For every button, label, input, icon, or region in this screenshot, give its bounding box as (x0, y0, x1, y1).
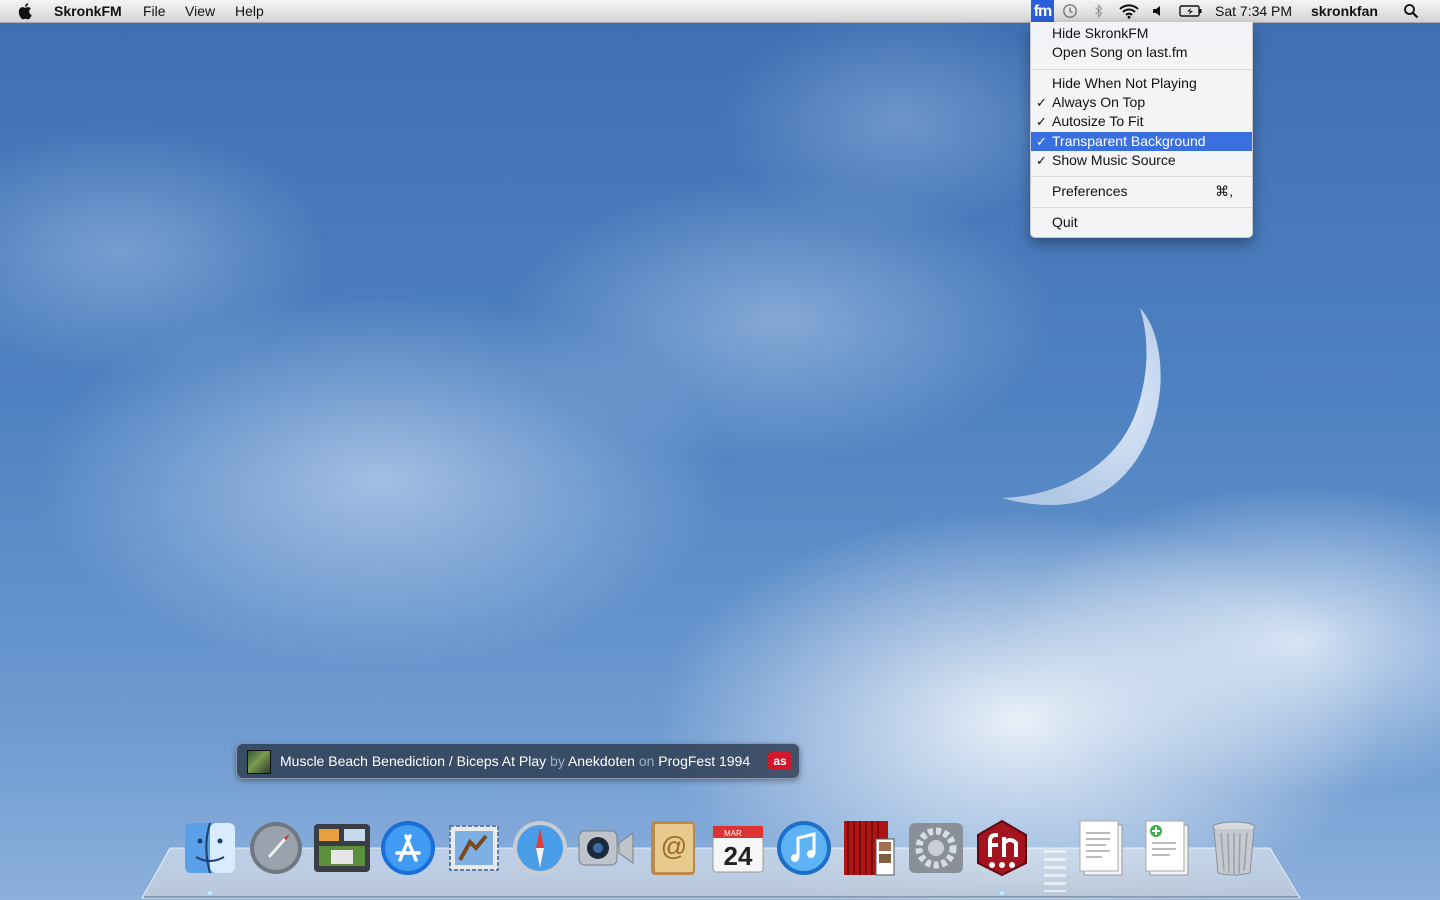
volume-icon[interactable] (1149, 0, 1165, 22)
menu-item-label: Quit (1052, 214, 1078, 230)
menu-item-label: Hide When Not Playing (1052, 75, 1197, 91)
menu-item-hide-when-not-playing[interactable]: Hide When Not Playing (1031, 74, 1252, 93)
calendar-month: MAR (724, 829, 742, 838)
by-label: by (550, 753, 565, 769)
skronkfm-status-menu: Hide SkronkFM Open Song on last.fm Hide … (1030, 22, 1253, 238)
dock-app-store-icon[interactable] (379, 818, 437, 878)
time-machine-icon[interactable] (1061, 0, 1079, 22)
user-menu[interactable]: skronkfan (1311, 0, 1378, 22)
menu-item-quit[interactable]: Quit (1031, 213, 1252, 232)
on-label: on (638, 753, 655, 769)
menu-item-label: Autosize To Fit (1052, 113, 1144, 129)
checkmark-icon: ✓ (1036, 153, 1047, 168)
dock-mission-control-icon[interactable] (313, 818, 371, 878)
menu-clock[interactable]: Sat 7:34 PM (1215, 0, 1292, 22)
bluetooth-icon[interactable] (1091, 0, 1107, 22)
menu-item-hide-skronkfm[interactable]: Hide SkronkFM (1031, 24, 1252, 43)
checkmark-icon: ✓ (1036, 95, 1047, 110)
menu-item-open-song-lastfm[interactable]: Open Song on last.fm (1031, 43, 1252, 62)
dock-skronkfm-icon[interactable] (973, 818, 1031, 878)
menu-item-always-on-top[interactable]: ✓ Always On Top (1031, 93, 1252, 112)
dock-finder-icon[interactable] (181, 818, 239, 878)
artist-name: Anekdoten (567, 753, 635, 769)
menu-bar: SkronkFM File View Help fm Sat 7:34 PM s… (0, 0, 1440, 23)
help-menu[interactable]: Help (235, 0, 264, 22)
app-menu[interactable]: SkronkFM (54, 0, 122, 22)
dock-facetime-icon[interactable] (577, 818, 635, 878)
apple-menu-icon[interactable] (18, 0, 38, 22)
running-indicator (999, 890, 1005, 896)
menu-item-label: Hide SkronkFM (1052, 25, 1149, 41)
dock-separator (1044, 850, 1066, 892)
skronkfm-status-glyph: fm (1033, 3, 1053, 20)
dock-safari-icon[interactable] (511, 818, 569, 878)
lastfm-source-icon[interactable]: as (768, 752, 792, 770)
album-name: ProgFest 1994 (658, 753, 751, 769)
dock-trash-icon[interactable] (1205, 818, 1263, 878)
menu-separator (1031, 207, 1252, 208)
now-playing-bar[interactable]: Muscle Beach Benediction / Biceps At Pla… (236, 743, 800, 779)
menu-item-label: Always On Top (1052, 94, 1146, 110)
track-title: Muscle Beach Benediction / Biceps At Pla… (280, 753, 547, 769)
menu-item-label: Open Song on last.fm (1052, 44, 1188, 60)
calendar-day: 24 (724, 841, 753, 871)
now-playing-text: Muscle Beach Benediction / Biceps At Pla… (280, 744, 750, 778)
menu-item-shortcut: ⌘, (1215, 183, 1233, 199)
file-menu[interactable]: File (143, 0, 166, 22)
spotlight-search-icon[interactable] (1403, 0, 1421, 22)
dock-address-book-icon[interactable]: @ (643, 818, 701, 878)
dock-document-stack-icon[interactable] (1073, 818, 1131, 878)
dock-photo-booth-icon[interactable] (841, 818, 899, 878)
dock-system-preferences-icon[interactable] (907, 818, 965, 878)
dock-calendar-icon[interactable]: MAR 24 (709, 818, 767, 878)
menu-item-preferences[interactable]: Preferences ⌘, (1031, 182, 1252, 201)
dock-itunes-icon[interactable] (775, 818, 833, 878)
menu-item-label: Preferences (1052, 183, 1128, 199)
menu-item-transparent-background[interactable]: ✓ Transparent Background (1031, 132, 1252, 151)
skronkfm-status-icon[interactable]: fm (1031, 0, 1054, 22)
crescent-moon (1002, 308, 1161, 505)
menu-item-show-music-source[interactable]: ✓ Show Music Source (1031, 151, 1252, 170)
view-menu[interactable]: View (185, 0, 215, 22)
dock-mail-icon[interactable] (445, 818, 503, 878)
dock-launchpad-icon[interactable] (247, 818, 305, 878)
menu-item-autosize-to-fit[interactable]: ✓ Autosize To Fit (1031, 112, 1252, 131)
menu-item-label: Show Music Source (1052, 152, 1176, 168)
album-art-thumbnail (247, 750, 271, 774)
checkmark-icon: ✓ (1036, 114, 1047, 129)
wifi-icon[interactable] (1117, 0, 1141, 22)
menu-separator (1031, 69, 1252, 70)
battery-icon[interactable] (1178, 0, 1204, 22)
menu-separator (1031, 176, 1252, 177)
dock-downloads-stack-icon[interactable] (1139, 818, 1197, 878)
running-indicator (207, 890, 213, 896)
checkmark-icon: ✓ (1036, 134, 1047, 149)
svg-text:@: @ (661, 831, 687, 861)
menu-item-label: Transparent Background (1052, 133, 1206, 149)
